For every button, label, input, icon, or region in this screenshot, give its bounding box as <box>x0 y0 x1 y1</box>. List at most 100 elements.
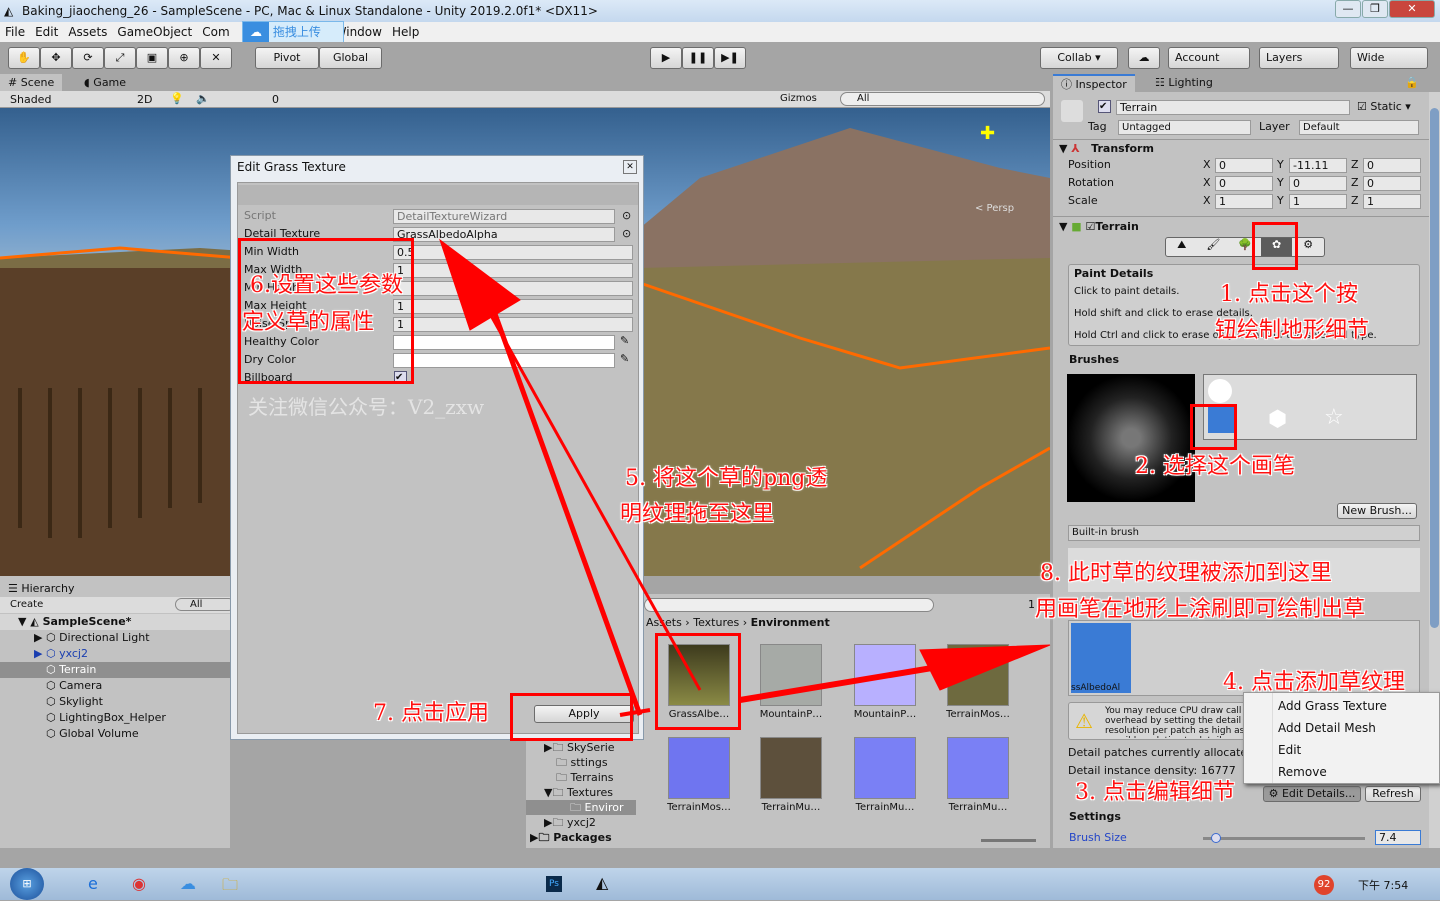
2d-toggle[interactable]: 2D <box>137 93 152 106</box>
transform-x-field[interactable]: 0 <box>1215 176 1273 191</box>
menu-help[interactable]: Help <box>392 25 419 39</box>
layer-dropdown[interactable]: Default <box>1299 120 1419 135</box>
hierarchy-search[interactable]: All <box>175 598 235 611</box>
minimize-button[interactable]: — <box>1335 0 1361 18</box>
object-picker-icon[interactable]: ⊙ <box>622 227 631 240</box>
dialog-field-value[interactable]: 1 <box>393 317 633 332</box>
scene-gizmo-icon[interactable]: ✚ <box>980 123 995 144</box>
static-toggle[interactable]: ☑ Static ▾ <box>1357 100 1411 114</box>
breadcrumb-environment[interactable]: Environment <box>751 616 830 629</box>
hierarchy-item[interactable]: ⬡ LightingBox_Helper <box>0 710 230 726</box>
color-field[interactable] <box>393 353 615 368</box>
tab-lighting[interactable]: ☷ Lighting <box>1147 74 1221 92</box>
scene-search[interactable]: All <box>840 92 1045 106</box>
scene-root[interactable]: ▼ ◭ SampleScene* <box>0 614 230 630</box>
menu-assets[interactable]: Assets <box>68 25 107 39</box>
transform-y-field[interactable]: 0 <box>1289 176 1347 191</box>
tab-game[interactable]: ◖ Game <box>76 74 134 92</box>
upload-popup[interactable]: ☁ 拖拽上传 <box>242 21 344 43</box>
hidden-count[interactable]: 0 <box>272 93 279 106</box>
clock[interactable]: 下午 7:54 <box>1358 877 1408 893</box>
dialog-field-value[interactable]: DetailTextureWizard <box>393 209 615 224</box>
breadcrumb-textures[interactable]: Textures <box>693 616 739 629</box>
hierarchy-item[interactable]: ▶ ⬡ yxcj2 <box>0 646 230 662</box>
asset-thumb[interactable] <box>854 644 916 706</box>
color-field[interactable] <box>393 335 615 350</box>
transform-x-field[interactable]: 1 <box>1215 194 1273 209</box>
dialog-field-value[interactable]: 1 <box>393 299 633 314</box>
transform-y-field[interactable]: -11.11 <box>1289 158 1347 173</box>
asset-thumb[interactable] <box>947 644 1009 706</box>
dialog-field-value[interactable]: GrassAlbedoAlpha <box>393 227 615 242</box>
unity-taskbar-icon[interactable]: ◭ <box>596 873 608 892</box>
gizmos-dropdown[interactable]: Gizmos <box>780 93 817 104</box>
collab-button[interactable]: Collab ▾ <box>1040 47 1118 69</box>
start-button[interactable]: ⊞ <box>10 868 44 900</box>
baidu-netdisk-icon[interactable]: ☁ <box>180 874 196 893</box>
eyedropper-icon[interactable]: ✎ <box>620 352 629 365</box>
hand-tool-icon[interactable]: ✋ <box>8 47 40 69</box>
folder-item-selected[interactable]: 🗀 Enviror <box>526 800 636 815</box>
shading-dropdown[interactable]: Shaded <box>10 93 125 106</box>
menu-add-grass-texture[interactable]: Add Grass Texture <box>1278 699 1387 713</box>
asset-thumb[interactable] <box>947 737 1009 799</box>
dialog-field-value[interactable]: 0.5 <box>393 245 633 260</box>
hierarchy-item[interactable]: ▶ ⬡ Directional Light <box>0 630 230 646</box>
transform-z-field[interactable]: 0 <box>1363 158 1421 173</box>
object-picker-icon[interactable]: ⊙ <box>622 209 631 222</box>
asset-thumb[interactable] <box>854 737 916 799</box>
maximize-button[interactable]: ❐ <box>1362 0 1388 18</box>
move-tool-icon[interactable]: ✥ <box>40 47 72 69</box>
custom-tool-icon[interactable]: ✕ <box>200 47 232 69</box>
project-search[interactable] <box>644 598 934 612</box>
hierarchy-item[interactable]: ⬡ Camera <box>0 678 230 694</box>
step-button[interactable]: ▶❚ <box>714 47 746 69</box>
menu-add-detail-mesh[interactable]: Add Detail Mesh <box>1278 721 1376 735</box>
asset-thumb[interactable] <box>760 644 822 706</box>
paint-texture-icon[interactable]: 🖌 <box>1198 238 1230 256</box>
brush-circle[interactable] <box>1208 379 1232 403</box>
explorer-icon[interactable]: 🗀 <box>222 874 238 901</box>
rotate-tool-icon[interactable]: ⟳ <box>72 47 104 69</box>
transform-z-field[interactable]: 0 <box>1363 176 1421 191</box>
folder-item[interactable]: ▶🗀 Packages <box>526 830 636 845</box>
transform-y-field[interactable]: 1 <box>1289 194 1347 209</box>
dialog-field-value[interactable] <box>393 281 633 296</box>
rect-tool-icon[interactable]: ▣ <box>136 47 168 69</box>
chrome-icon[interactable]: ◉ <box>132 874 146 893</box>
transform-tool-icon[interactable]: ⊕ <box>168 47 200 69</box>
hierarchy-item-selected[interactable]: ⬡ Terrain <box>0 662 230 678</box>
tab-inspector[interactable]: ⓘ Inspector <box>1053 74 1135 92</box>
create-dropdown[interactable]: Create <box>10 599 43 610</box>
new-brush-button[interactable]: New Brush... <box>1337 503 1417 519</box>
transform-header[interactable]: ▼ ⅄ Transform <box>1059 142 1154 156</box>
detail-item-selected[interactable]: ssAlbedoAl <box>1071 623 1131 693</box>
brush-size-slider[interactable] <box>1203 833 1365 843</box>
layout-dropdown[interactable]: Wide <box>1350 47 1428 69</box>
menu-gameobject[interactable]: GameObject <box>117 25 192 39</box>
asset-thumb[interactable] <box>760 737 822 799</box>
hierarchy-item[interactable]: ⬡ Skylight <box>0 694 230 710</box>
persp-label[interactable]: < Persp <box>975 203 1014 214</box>
menu-edit[interactable]: Edit <box>35 25 58 39</box>
folder-item[interactable]: ▶🗀 yxcj2 <box>526 815 636 830</box>
layers-dropdown[interactable]: Layers <box>1259 47 1339 69</box>
audio-toggle-icon[interactable]: 🔈 <box>196 92 210 105</box>
scale-tool-icon[interactable]: ⤢ <box>104 47 136 69</box>
menu-file[interactable]: File <box>5 25 25 39</box>
dialog-field-value[interactable]: 1 <box>393 263 633 278</box>
folder-item[interactable]: ▼🗀 Textures <box>526 785 636 800</box>
account-dropdown[interactable]: Account <box>1168 47 1250 69</box>
menu-component[interactable]: Com <box>202 25 229 39</box>
transform-z-field[interactable]: 1 <box>1363 194 1421 209</box>
asset-thumb[interactable] <box>668 737 730 799</box>
close-button[interactable]: ✕ <box>1389 0 1435 18</box>
tab-hierarchy[interactable]: ☰ Hierarchy <box>0 580 83 598</box>
breadcrumb-assets[interactable]: Assets <box>646 616 682 629</box>
terrain-header[interactable]: ▼ ■ ☑Terrain <box>1059 220 1139 234</box>
lighting-toggle-icon[interactable]: 💡 <box>170 92 184 105</box>
dialog-close-button[interactable]: ✕ <box>623 160 637 174</box>
brush-hexagon[interactable]: ⬢ <box>1268 407 1287 432</box>
lock-icon[interactable]: 🔒 <box>1405 76 1419 89</box>
global-button[interactable]: Global <box>319 47 382 69</box>
